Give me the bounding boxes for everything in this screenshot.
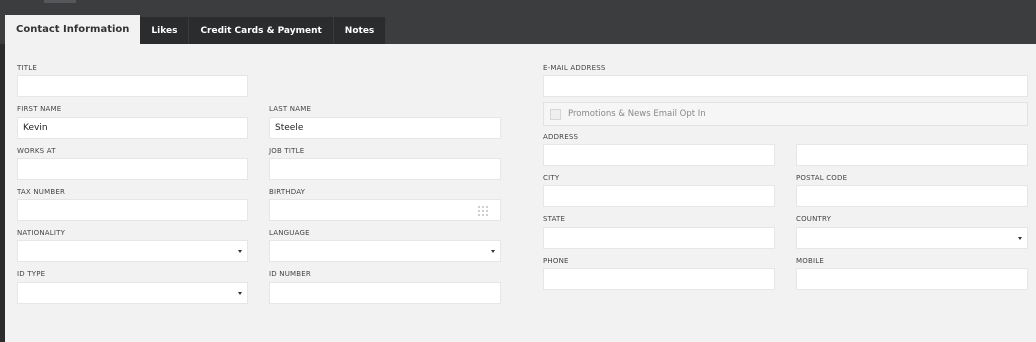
tax-number-input[interactable] [17, 199, 248, 221]
chevron-down-icon [238, 292, 242, 295]
phone-input[interactable] [543, 268, 775, 290]
language-label: LANGUAGE [269, 229, 310, 237]
tab-likes[interactable]: Likes [140, 17, 190, 44]
postal-code-input[interactable] [796, 185, 1028, 207]
job-title-label: JOB TITLE [269, 147, 305, 155]
birthday-input[interactable] [269, 199, 501, 221]
phone-label: PHONE [543, 257, 569, 265]
id-type-label: ID TYPE [17, 270, 46, 278]
chevron-down-icon [238, 250, 242, 253]
country-label: COUNTRY [796, 215, 832, 223]
address-line2-input[interactable] [796, 144, 1028, 166]
tab-credit-cards-payment[interactable]: Credit Cards & Payment [189, 17, 334, 44]
tab-contact-information[interactable]: Contact Information [5, 15, 141, 44]
id-number-label: ID NUMBER [269, 270, 311, 278]
city-label: CITY [543, 174, 560, 182]
last-name-label: LAST NAME [269, 105, 312, 113]
city-input[interactable] [543, 185, 775, 207]
promotions-optin-row[interactable]: Promotions & News Email Opt In [543, 102, 1028, 126]
state-input[interactable] [543, 227, 775, 249]
birthday-label: BIRTHDAY [269, 188, 306, 196]
nationality-label: NATIONALITY [17, 229, 66, 237]
chevron-down-icon [1018, 237, 1022, 240]
tab-bar: Contact Information Likes Credit Cards &… [5, 15, 1036, 44]
job-title-input[interactable] [269, 158, 501, 180]
id-number-input[interactable] [269, 282, 501, 304]
chevron-down-icon [491, 250, 495, 253]
mobile-label: MOBILE [796, 257, 824, 265]
email-label: E-MAIL ADDRESS [543, 64, 606, 72]
promotions-optin-checkbox[interactable] [550, 108, 561, 120]
id-type-select[interactable] [17, 282, 248, 304]
country-select[interactable] [796, 227, 1028, 249]
top-strip [44, 0, 76, 3]
first-name-label: FIRST NAME [17, 105, 62, 113]
works-at-label: WORKS AT [17, 147, 56, 155]
works-at-input[interactable] [17, 158, 248, 180]
nationality-select[interactable] [17, 240, 248, 262]
state-label: STATE [543, 215, 566, 223]
title-label: TITLE [17, 64, 37, 72]
tax-number-label: TAX NUMBER [17, 188, 66, 196]
mobile-input[interactable] [796, 268, 1028, 290]
contact-form-panel: TITLE FIRST NAME Kevin LAST NAME Steele … [5, 44, 1036, 342]
tab-notes[interactable]: Notes [333, 17, 387, 44]
promotions-optin-label: Promotions & News Email Opt In [568, 109, 706, 119]
first-name-input[interactable]: Kevin [17, 117, 248, 139]
last-name-input[interactable]: Steele [269, 117, 501, 139]
title-input[interactable] [17, 75, 248, 97]
address-line1-input[interactable] [543, 144, 775, 166]
email-input[interactable] [543, 75, 1028, 97]
postal-code-label: POSTAL CODE [796, 174, 848, 182]
address-label: ADDRESS [543, 133, 579, 141]
calendar-grid-icon[interactable] [478, 206, 488, 216]
language-select[interactable] [269, 240, 501, 262]
